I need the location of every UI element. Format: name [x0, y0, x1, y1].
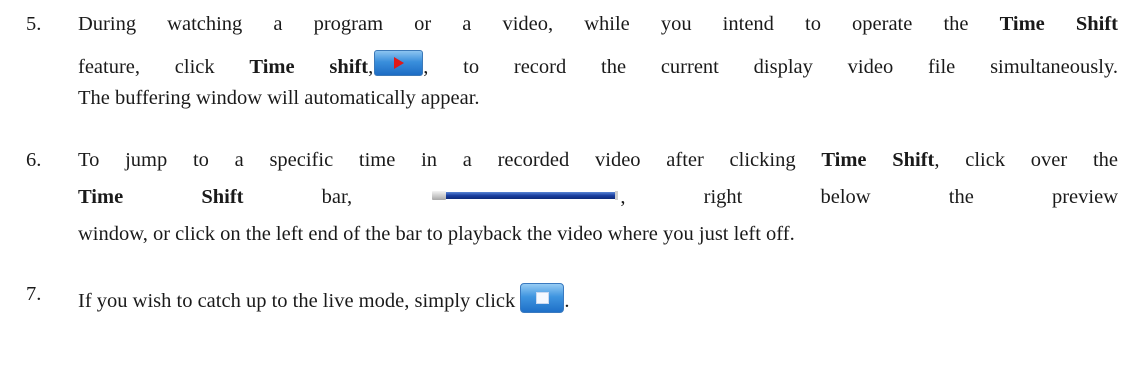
- step-6-line-3: window, or click on the left end of the …: [78, 223, 795, 245]
- text: During watching a program or a video, wh…: [78, 13, 1000, 35]
- bold-term: Time Shift: [999, 13, 1118, 35]
- time-shift-bar-track[interactable]: [446, 192, 619, 199]
- step-7-line-1: If you wish to catch up to the live mode…: [78, 283, 570, 313]
- bold-term: Time shift: [249, 56, 369, 78]
- step-6-line-1: To jump to a specific time in a recorded…: [78, 149, 1118, 172]
- text: , click over the: [934, 149, 1119, 171]
- text: bar,: [243, 186, 431, 208]
- text: , to record the current display video fi…: [423, 56, 1118, 78]
- bold-term: Time Shift: [821, 149, 935, 171]
- text: , right below the preview: [620, 186, 1119, 208]
- time-shift-bar[interactable]: [432, 191, 619, 200]
- step-5-line-2: feature, click Time shift, , to record th…: [78, 50, 1118, 79]
- time-shift-bar-left-end[interactable]: [432, 191, 447, 200]
- step-number: 5.: [26, 13, 42, 35]
- text: ,: [368, 56, 374, 78]
- play-triangle-icon: [394, 57, 405, 69]
- bold-term: Time Shift: [78, 186, 244, 208]
- text: To jump to a specific time in a recorded…: [78, 149, 822, 171]
- step-number: 7.: [26, 283, 42, 305]
- text: feature, click: [78, 56, 250, 78]
- text: .: [564, 290, 570, 312]
- stop-square-icon: [536, 292, 550, 304]
- step-6-line-2: Time Shift bar, , right below the previe…: [78, 186, 1118, 209]
- time-shift-play-icon[interactable]: [374, 50, 424, 76]
- text: If you wish to catch up to the live mode…: [78, 290, 521, 312]
- step-5-line-3: The buffering window will automatically …: [78, 87, 480, 109]
- step-5-line-1: During watching a program or a video, wh…: [78, 13, 1118, 36]
- live-mode-stop-icon[interactable]: [520, 283, 565, 313]
- time-shift-bar-right-end: [615, 191, 619, 200]
- step-number: 6.: [26, 149, 42, 171]
